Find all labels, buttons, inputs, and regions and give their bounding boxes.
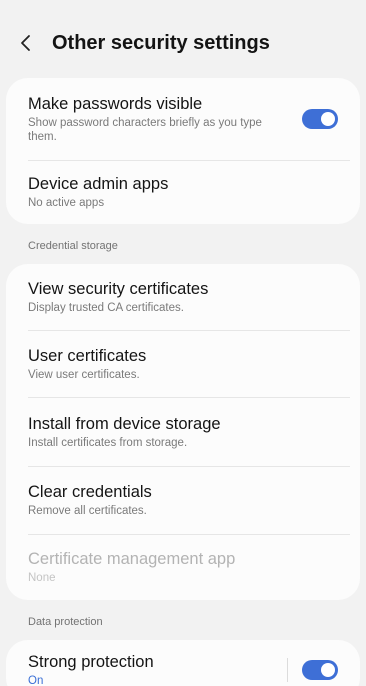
- strong-protection-text: Strong protection On: [28, 652, 275, 686]
- header: Other security settings: [0, 0, 366, 70]
- make-passwords-visible-text: Make passwords visible Show password cha…: [28, 94, 288, 144]
- strong-protection-toggle[interactable]: [302, 660, 338, 680]
- vertical-divider: [287, 658, 288, 682]
- make-passwords-visible-row[interactable]: Make passwords visible Show password cha…: [6, 78, 360, 160]
- view-security-certificates-row[interactable]: View security certificates Display trust…: [6, 264, 360, 330]
- clear-credentials-row[interactable]: Clear credentials Remove all certificate…: [6, 466, 360, 534]
- strong-protection-status: On: [28, 675, 44, 686]
- certificate-management-app-title: Certificate management app: [28, 550, 236, 568]
- clear-credentials-subtitle: Remove all certificates.: [28, 505, 147, 517]
- certificate-management-app-row: Certificate management app None: [6, 534, 360, 600]
- make-passwords-visible-toggle[interactable]: [302, 109, 338, 129]
- certificate-management-app-text: Certificate management app None: [28, 549, 338, 585]
- view-security-certificates-subtitle: Display trusted CA certificates.: [28, 302, 184, 314]
- device-admin-apps-text: Device admin apps No active apps: [28, 174, 338, 210]
- view-security-certificates-text: View security certificates Display trust…: [28, 279, 338, 315]
- page-title: Other security settings: [52, 31, 270, 54]
- view-security-certificates-title: View security certificates: [28, 280, 209, 298]
- credential-storage-section-label: Credential storage: [28, 240, 118, 252]
- other-security-settings-screen: Other security settings Make passwords v…: [0, 0, 366, 686]
- clear-credentials-text: Clear credentials Remove all certificate…: [28, 482, 338, 518]
- user-certificates-title: User certificates: [28, 346, 147, 365]
- device-admin-apps-title: Device admin apps: [28, 175, 169, 193]
- toggle-knob: [321, 112, 335, 126]
- chevron-left-icon: [21, 35, 30, 51]
- user-certificates-subtitle: View user certificates.: [28, 368, 140, 381]
- data-protection-card: Strong protection On: [6, 640, 360, 686]
- device-admin-apps-subtitle: No active apps: [28, 197, 105, 209]
- toggle-knob: [321, 663, 335, 677]
- device-admin-apps-row[interactable]: Device admin apps No active apps: [6, 160, 360, 224]
- make-passwords-visible-title: Make passwords visible: [28, 95, 203, 113]
- strong-protection-row[interactable]: Strong protection On: [6, 640, 360, 686]
- install-from-device-storage-subtitle: Install certificates from storage.: [28, 436, 188, 449]
- user-certificates-text: User certificates View user certificates…: [28, 346, 338, 382]
- credential-storage-card: View security certificates Display trust…: [6, 264, 360, 600]
- clear-credentials-title: Clear credentials: [28, 483, 152, 501]
- strong-protection-title: Strong protection: [28, 653, 154, 671]
- back-button[interactable]: [20, 29, 48, 57]
- install-from-device-storage-title: Install from device storage: [28, 414, 221, 433]
- install-from-device-storage-row[interactable]: Install from device storage Install cert…: [6, 397, 360, 466]
- data-protection-section-label: Data protection: [28, 616, 103, 628]
- install-from-device-storage-text: Install from device storage Install cert…: [28, 414, 338, 450]
- general-settings-card: Make passwords visible Show password cha…: [6, 78, 360, 224]
- user-certificates-row[interactable]: User certificates View user certificates…: [6, 330, 360, 397]
- certificate-management-app-subtitle: None: [28, 572, 56, 584]
- make-passwords-visible-subtitle: Show password characters briefly as you …: [28, 117, 262, 143]
